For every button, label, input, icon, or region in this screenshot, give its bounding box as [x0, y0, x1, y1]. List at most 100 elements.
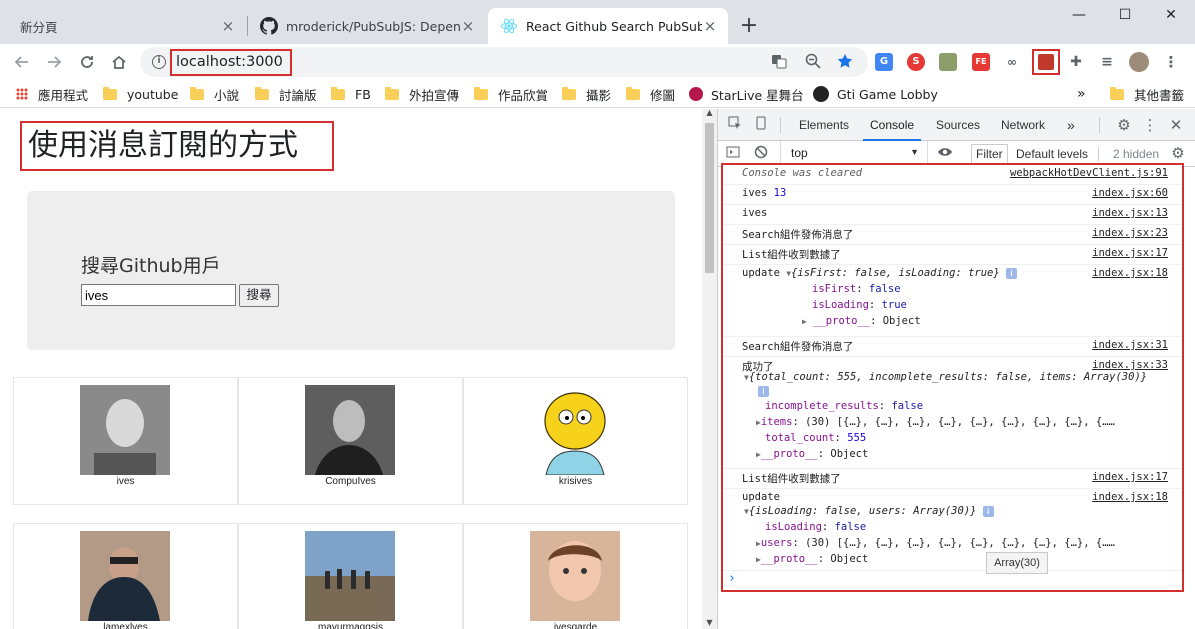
bookmark-star-icon[interactable] [836, 53, 854, 71]
user-card[interactable]: ives [13, 377, 238, 505]
tab-elements[interactable]: Elements [799, 109, 849, 141]
fe-extension-icon[interactable]: FE [972, 53, 990, 71]
kebab-menu-icon[interactable]: ⋮ [1162, 53, 1180, 71]
url-field[interactable]: localhost:3000 [170, 49, 292, 76]
tab-strip: 新分頁 × mroderick/PubSubJS: Depende × Reac… [0, 0, 1195, 44]
tab-network[interactable]: Network [1001, 109, 1045, 141]
scrollbar-thumb[interactable] [705, 123, 714, 273]
new-tab-button[interactable]: + [736, 14, 762, 40]
tab-new-tab[interactable]: 新分頁 × [8, 8, 246, 44]
property-value: Object [830, 448, 869, 460]
eye-icon[interactable] [936, 145, 954, 163]
source-link[interactable]: index.jsx:13 [1092, 207, 1168, 219]
source-link[interactable]: index.jsx:31 [1092, 339, 1168, 351]
page-scrollbar[interactable]: ▲ ▼ [702, 109, 717, 629]
react-devtools-extension-highlight[interactable] [1032, 49, 1060, 75]
close-icon[interactable]: × [460, 17, 476, 35]
clear-console-icon[interactable] [752, 145, 770, 163]
bookmark-apps[interactable]: 應用程式 [16, 85, 88, 103]
bookmark-youtube[interactable]: youtube [103, 85, 178, 103]
puzzle-icon[interactable]: ✚ [1067, 53, 1085, 71]
back-button[interactable] [10, 50, 34, 74]
bookmark-retouch[interactable]: 修圖 [626, 85, 675, 103]
gear-icon[interactable]: ⚙ [1115, 116, 1133, 134]
property-key: items [760, 416, 793, 428]
inspect-element-icon[interactable] [726, 116, 744, 134]
bookmark-forum[interactable]: 討論版 [255, 85, 317, 103]
console-settings-gear-icon[interactable]: ⚙ [1169, 145, 1187, 163]
source-link[interactable]: index.jsx:17 [1092, 471, 1168, 483]
expand-triangle-icon[interactable]: ▶ [802, 317, 807, 326]
maximize-button[interactable]: ☐ [1102, 4, 1148, 28]
tab-sources[interactable]: Sources [936, 109, 980, 141]
close-icon[interactable]: × [220, 17, 236, 35]
media-playlist-icon[interactable]: ≡ [1098, 53, 1116, 71]
property-value: true [881, 299, 907, 311]
object-property[interactable]: ▶ __proto__: Object [802, 315, 921, 327]
sidebar-toggle-icon[interactable] [724, 145, 742, 163]
bookmark-works[interactable]: 作品欣賞 [474, 85, 548, 103]
image-extension-icon[interactable] [939, 53, 957, 71]
profile-avatar[interactable] [1129, 52, 1149, 72]
tab-console[interactable]: Console [863, 109, 922, 141]
source-link[interactable]: index.jsx:33 [1092, 359, 1168, 371]
filter-input[interactable]: Filter [971, 144, 1008, 164]
close-icon[interactable]: × [702, 17, 718, 35]
console-output[interactable]: Console was cleared webpackHotDevClient.… [721, 163, 1184, 592]
omnibox[interactable]: i localhost:3000 [140, 47, 868, 77]
source-link[interactable]: index.jsx:60 [1092, 187, 1168, 199]
bookmark-fb[interactable]: FB [331, 85, 371, 103]
reload-button[interactable] [75, 50, 99, 74]
scroll-up-arrow-icon[interactable]: ▲ [705, 109, 714, 117]
s-extension-icon[interactable]: S [907, 53, 925, 71]
bookmark-label: 應用程式 [38, 87, 89, 103]
object-preview-line[interactable]: ▼{isLoading: false, users: Array(30)} i [744, 505, 994, 517]
username: ivesgarde [553, 622, 598, 629]
object-property[interactable]: ▶users: (30) [{…}, {…}, {…}, {…}, {…}, {… [756, 537, 1115, 549]
bookmark-photo[interactable]: 攝影 [562, 85, 611, 103]
user-card[interactable]: ivesgarde [463, 523, 688, 629]
scroll-down-arrow-icon[interactable]: ▼ [705, 619, 714, 627]
object-property[interactable]: ▶__proto__: Object [756, 553, 868, 565]
translate-icon[interactable] [770, 53, 788, 71]
bookmark-novels[interactable]: 小說 [190, 85, 239, 103]
source-link[interactable]: index.jsx:17 [1092, 247, 1168, 259]
more-tabs-button[interactable]: » [1067, 109, 1075, 141]
google-translate-extension-icon[interactable]: G [875, 53, 893, 71]
close-icon[interactable]: ✕ [1167, 116, 1185, 134]
object-preview-line[interactable]: ▼{total_count: 555, incomplete_results: … [744, 371, 1147, 383]
bookmark-starlive[interactable]: StarLive 星舞台 [689, 85, 804, 103]
object-property[interactable]: ▶items: (30) [{…}, {…}, {…}, {…}, {…}, {… [756, 416, 1115, 428]
user-card[interactable]: krisives [463, 377, 688, 505]
device-toolbar-icon[interactable] [752, 116, 770, 134]
object-property[interactable]: ▶__proto__: Object [756, 448, 868, 460]
forward-button[interactable] [42, 50, 66, 74]
source-link[interactable]: index.jsx:23 [1092, 227, 1168, 239]
info-icon[interactable]: i [152, 55, 166, 69]
user-card[interactable]: lamexlves [13, 523, 238, 629]
link-extension-icon[interactable]: ∞ [1003, 53, 1021, 71]
user-card[interactable]: CompuIves [238, 377, 463, 505]
console-prompt-line[interactable]: › [723, 571, 1182, 590]
source-link[interactable]: index.jsx:18 [1092, 267, 1168, 279]
bookmark-other[interactable]: 其他書籤 [1110, 85, 1184, 103]
prompt-chevron-icon: › [728, 571, 736, 586]
bookmarks-overflow-button[interactable]: » [1077, 85, 1086, 103]
close-window-button[interactable]: ✕ [1148, 4, 1194, 28]
source-link[interactable]: webpackHotDevClient.js:91 [1010, 167, 1168, 179]
source-link[interactable]: index.jsx:18 [1092, 491, 1168, 503]
user-card[interactable]: mayurmaggsis [238, 523, 463, 629]
tab-label: React Github Search PubSub [526, 18, 702, 34]
zoom-icon[interactable] [804, 53, 822, 71]
minimize-button[interactable]: — [1056, 4, 1102, 28]
bookmark-promo[interactable]: 外拍宣傳 [385, 85, 459, 103]
search-input[interactable] [81, 284, 236, 306]
kebab-menu-icon[interactable]: ⋮ [1141, 116, 1159, 134]
search-button[interactable]: 搜尋 [239, 284, 279, 307]
tab-pubsubjs[interactable]: mroderick/PubSubJS: Depende × [248, 8, 486, 44]
bookmark-gti[interactable]: Gti Game Lobby [813, 85, 938, 103]
home-button[interactable] [107, 50, 131, 74]
tab-react-github-search[interactable]: React Github Search PubSub × [488, 8, 728, 44]
object-property: isFirst: false [812, 283, 901, 295]
log-levels-dropdown[interactable]: Default levels [1016, 147, 1088, 161]
